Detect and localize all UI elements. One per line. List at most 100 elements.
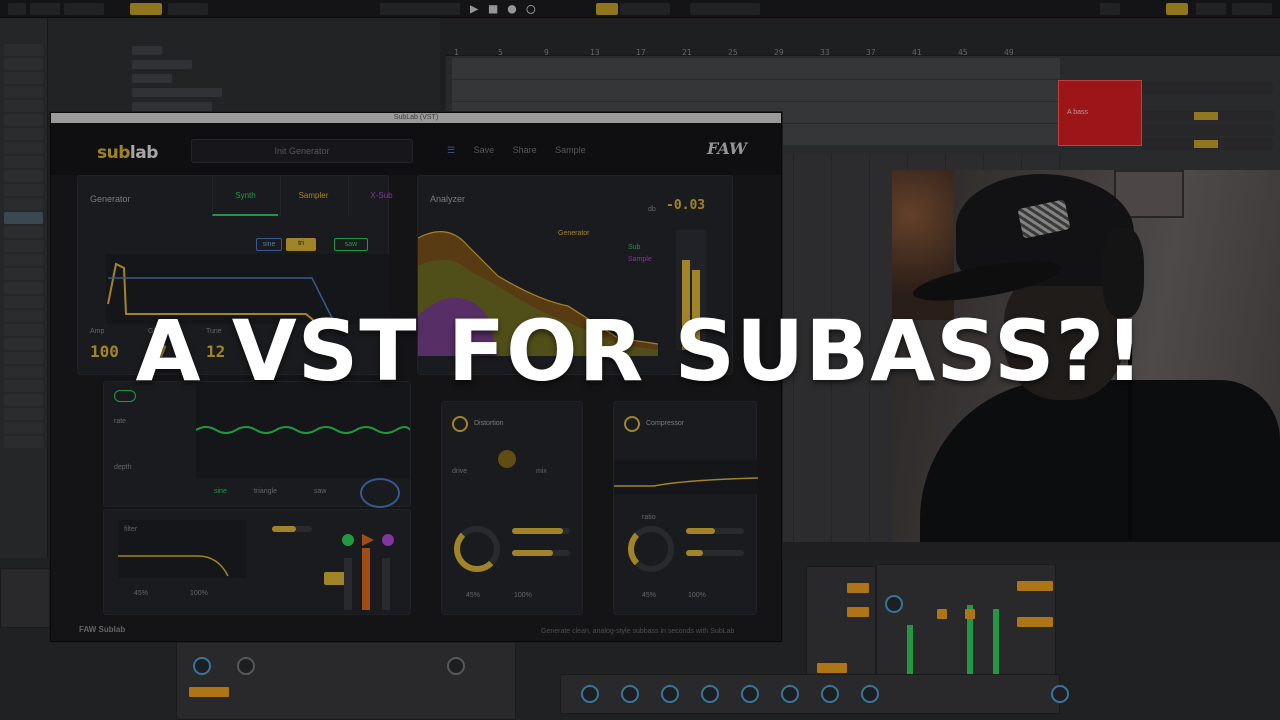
- device-knob[interactable]: [781, 685, 799, 703]
- compressor-slider-2[interactable]: [686, 550, 744, 556]
- track-header[interactable]: [1142, 82, 1274, 94]
- distortion-drive-knob[interactable]: [454, 526, 500, 572]
- time-signature-field[interactable]: [64, 3, 104, 15]
- lfo-tab-saw[interactable]: saw: [314, 488, 326, 495]
- device-knob[interactable]: [885, 595, 903, 613]
- browser-folder[interactable]: [132, 102, 212, 111]
- device-knob[interactable]: [741, 685, 759, 703]
- device-toggle[interactable]: [847, 583, 869, 593]
- fader-thumb[interactable]: [965, 609, 975, 619]
- browser-item-selected[interactable]: [4, 212, 43, 224]
- fader-track-orange[interactable]: [362, 548, 370, 610]
- device-knob[interactable]: [821, 685, 839, 703]
- record-button[interactable]: [596, 3, 618, 15]
- browser-item[interactable]: [4, 114, 43, 126]
- browser-item[interactable]: [4, 268, 43, 280]
- browser-item[interactable]: [4, 240, 43, 252]
- track-arm-button[interactable]: [1194, 140, 1218, 148]
- filter-slider-1[interactable]: [272, 526, 312, 532]
- device-knob[interactable]: [193, 657, 211, 675]
- compressor-slider-1[interactable]: [686, 528, 744, 534]
- wave-saw-button[interactable]: saw: [334, 238, 368, 251]
- tab-synth[interactable]: Synth: [212, 176, 278, 216]
- tempo-field[interactable]: [30, 3, 60, 15]
- track-header[interactable]: [1142, 124, 1274, 136]
- browser-item[interactable]: [4, 128, 43, 140]
- browser-item[interactable]: [4, 254, 43, 266]
- browser-item[interactable]: [4, 170, 43, 182]
- compressor-graph[interactable]: [614, 460, 759, 494]
- track-lane[interactable]: [452, 58, 1060, 80]
- fader-track[interactable]: [382, 558, 390, 610]
- browser-folder[interactable]: [132, 60, 192, 69]
- menu-save[interactable]: Save: [474, 145, 495, 155]
- position-field[interactable]: [380, 3, 460, 15]
- key-map-button[interactable]: [1100, 3, 1120, 15]
- device-knob[interactable]: [447, 657, 465, 675]
- menu-icon[interactable]: ☰: [447, 145, 455, 155]
- tap-button[interactable]: [8, 3, 26, 15]
- fader-thumb[interactable]: [937, 609, 947, 619]
- tab-sampler[interactable]: Sampler: [280, 176, 346, 216]
- browser-item[interactable]: [4, 184, 43, 196]
- timeline-ruler[interactable]: 1 5 9 13 17 21 25 29 33 37 41 45 49: [446, 22, 1280, 57]
- device-knob[interactable]: [1051, 685, 1069, 703]
- loop-field[interactable]: [620, 3, 670, 15]
- browser-item[interactable]: [4, 282, 43, 294]
- loop-length-field[interactable]: [690, 3, 760, 15]
- browser-item[interactable]: [4, 142, 43, 154]
- device-toggle[interactable]: [817, 663, 847, 673]
- plugin-titlebar[interactable]: SubLab (VST): [51, 113, 781, 123]
- lfo-sync-icon[interactable]: [360, 478, 400, 508]
- device-toggle[interactable]: [847, 607, 869, 617]
- midi-map-button[interactable]: [1166, 3, 1188, 15]
- preset-selector[interactable]: Init Generator: [191, 139, 413, 163]
- tab-xsub[interactable]: X-Sub: [348, 176, 414, 216]
- device-knob[interactable]: [861, 685, 879, 703]
- browser-item[interactable]: [4, 100, 43, 112]
- metronome-button[interactable]: [130, 3, 162, 15]
- browser-folder[interactable]: [132, 74, 172, 83]
- distortion-slider-1[interactable]: [512, 528, 570, 534]
- track-header[interactable]: [1142, 110, 1274, 122]
- filter-display[interactable]: filter: [118, 520, 246, 578]
- browser-item[interactable]: [4, 86, 43, 98]
- browser-item[interactable]: [4, 156, 43, 168]
- play-icon[interactable]: [362, 534, 374, 546]
- device-knob[interactable]: [237, 657, 255, 675]
- browser-item[interactable]: [4, 422, 43, 434]
- eq-device[interactable]: [806, 566, 876, 686]
- browser-item[interactable]: [4, 72, 43, 84]
- quantize-field[interactable]: [168, 3, 208, 15]
- menu-share[interactable]: Share: [513, 145, 537, 155]
- track-header[interactable]: [1142, 138, 1274, 150]
- menu-sample[interactable]: Sample: [555, 145, 586, 155]
- browser-item[interactable]: [4, 408, 43, 420]
- mixer-device[interactable]: [876, 564, 1056, 680]
- device-toggle[interactable]: [189, 687, 229, 697]
- lfo-tab-triangle[interactable]: triangle: [254, 488, 277, 495]
- device-knob[interactable]: [581, 685, 599, 703]
- device-knob[interactable]: [661, 685, 679, 703]
- browser-item[interactable]: [4, 226, 43, 238]
- distortion-slider-2[interactable]: [512, 550, 570, 556]
- compressor-ratio-knob[interactable]: [628, 526, 674, 572]
- lfo-tab-sine[interactable]: sine: [214, 488, 227, 495]
- device-toggle[interactable]: [1017, 581, 1053, 591]
- device-knob[interactable]: [621, 685, 639, 703]
- device-toggle[interactable]: [1017, 617, 1053, 627]
- transport-controls[interactable]: ▶ ■ ● ◯: [470, 1, 536, 17]
- browser-item[interactable]: [4, 198, 43, 210]
- browser-folder[interactable]: [132, 46, 162, 55]
- browser-item[interactable]: [4, 58, 43, 70]
- audio-clip[interactable]: A bass: [1058, 80, 1142, 146]
- browser-item[interactable]: [4, 44, 43, 56]
- wave-sine-button[interactable]: sine: [256, 238, 282, 251]
- device-panel[interactable]: [560, 674, 1069, 714]
- browser-item[interactable]: [4, 436, 43, 448]
- track-arm-button[interactable]: [1194, 112, 1218, 120]
- device-knob[interactable]: [701, 685, 719, 703]
- track-lane[interactable]: [452, 80, 1060, 102]
- wave-tri-button[interactable]: tri: [286, 238, 316, 251]
- browser-folder[interactable]: [132, 88, 222, 97]
